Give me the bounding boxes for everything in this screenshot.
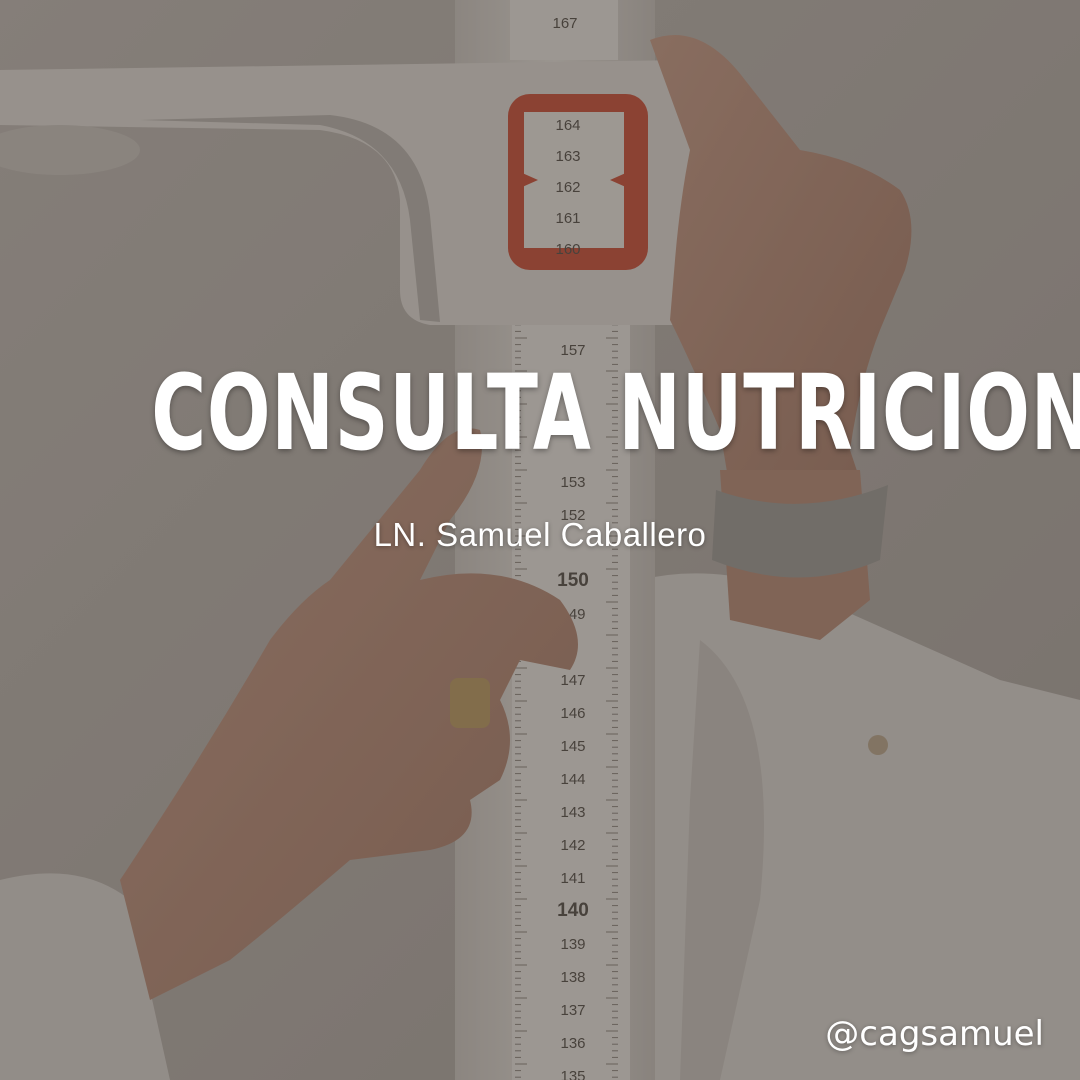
post-title: CONSULTA NUTRICIONAL [151,352,1080,474]
instagram-handle: @cagsamuel [825,1014,1044,1054]
post-canvas: 167 157 153 152 150 149 147 146 145 144 143 142 141 1… [0,0,1080,1080]
post-subtitle: LN. Samuel Caballero [373,516,707,553]
